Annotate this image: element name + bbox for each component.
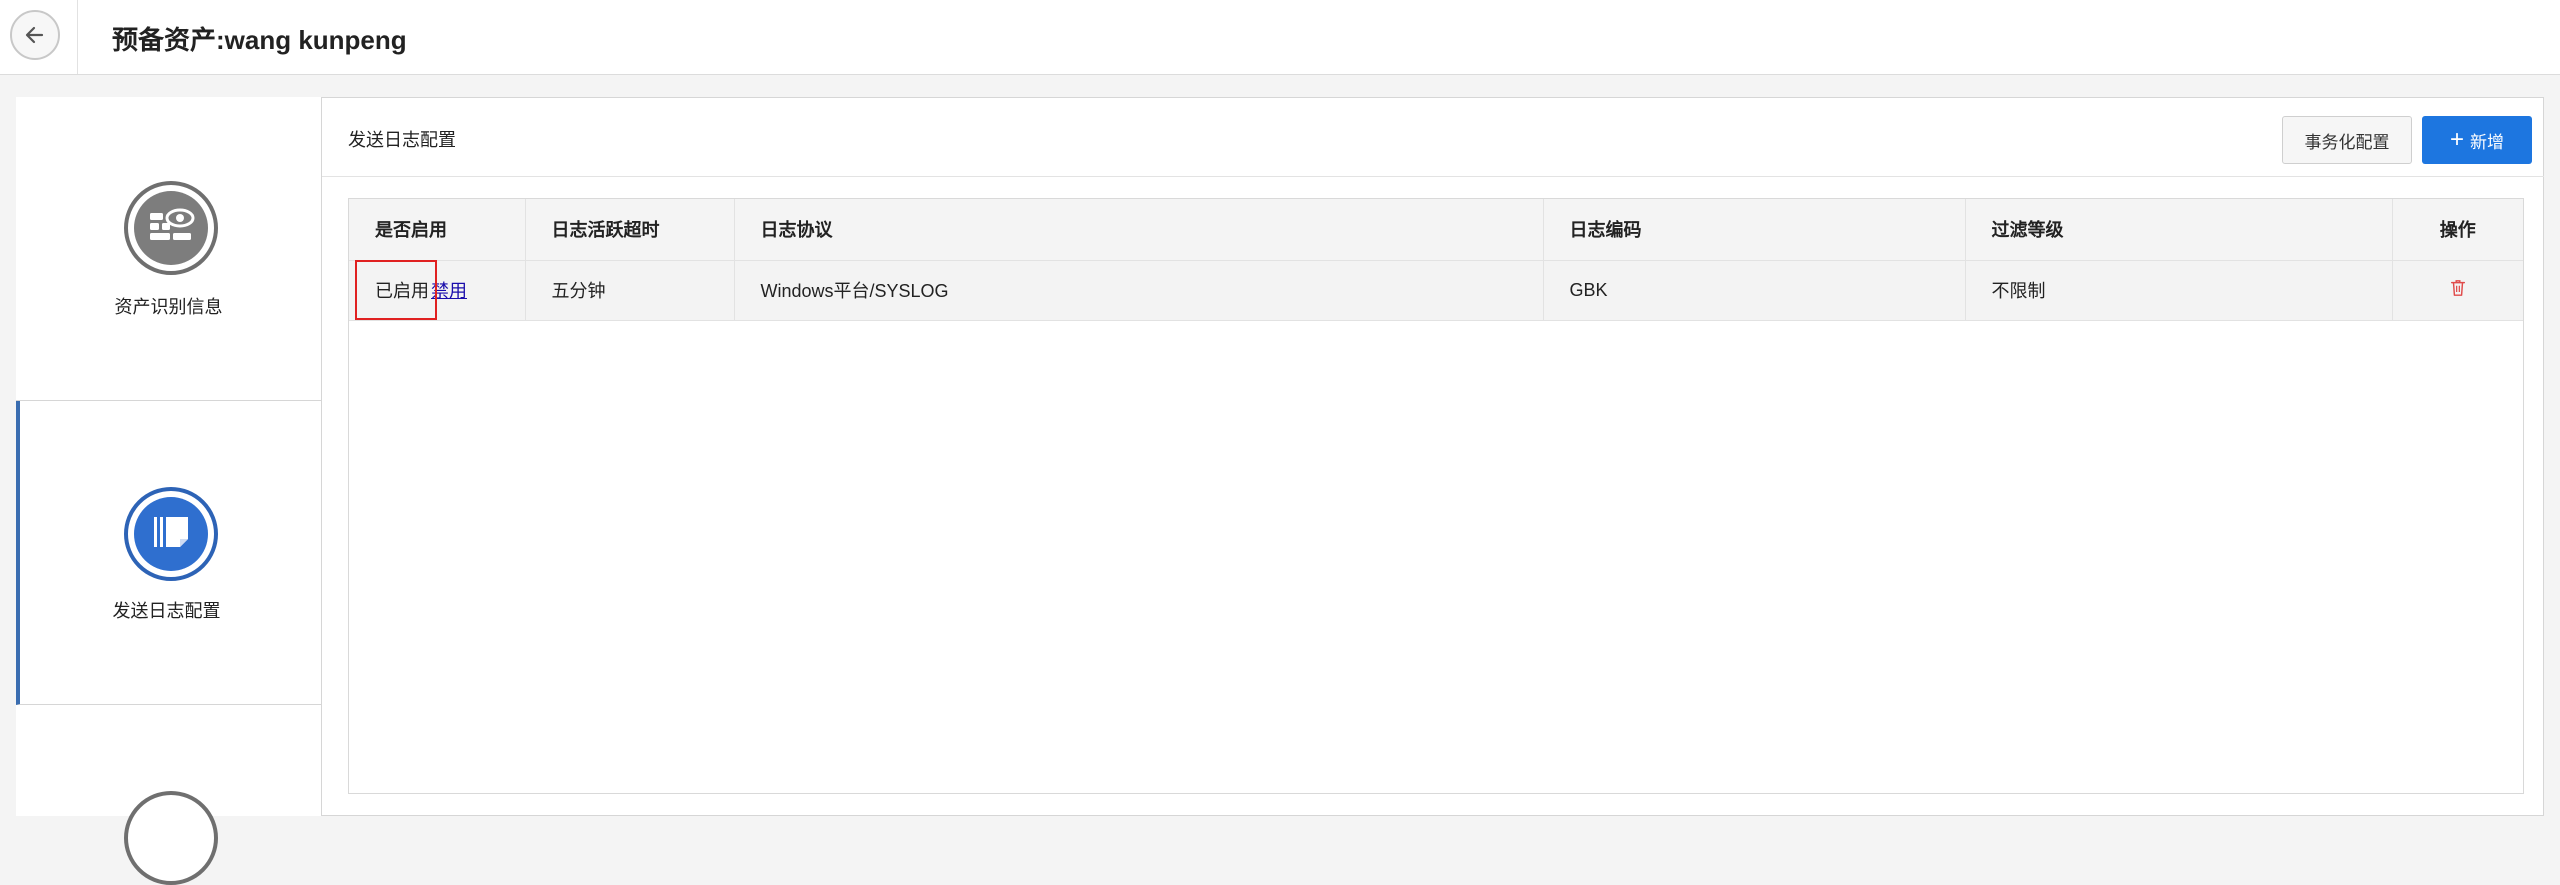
plus-icon: +	[2449, 126, 2464, 153]
panel-divider	[322, 176, 2544, 177]
page-header: 预备资产:wang kunpeng	[0, 0, 2560, 75]
protocol-cell: Windows平台/SYSLOG	[734, 260, 1544, 321]
encoding-cell: GBK	[1543, 260, 1966, 321]
column-header: 日志编码	[1543, 199, 1966, 261]
add-button-label: 新增	[2470, 132, 2504, 152]
column-header: 日志协议	[734, 199, 1544, 261]
sidebar-item-more[interactable]	[16, 705, 321, 885]
add-button[interactable]: + 新增	[2422, 116, 2532, 164]
asset-id-icon	[124, 181, 218, 275]
table-header-row: 是否启用 日志活跃超时 日志协议 日志编码 过滤等级 操作	[349, 199, 2523, 261]
timeout-cell: 五分钟	[525, 260, 735, 321]
disable-link[interactable]: 禁用	[431, 281, 467, 301]
sidebar-item-log-config[interactable]: 发送日志配置	[16, 401, 321, 705]
log-send-icon	[124, 487, 218, 581]
arrow-left-icon	[25, 26, 44, 44]
column-header: 日志活跃超时	[525, 199, 735, 261]
back-button[interactable]	[10, 10, 60, 60]
status-text: 已启用	[375, 281, 429, 301]
actions-cell	[2392, 260, 2523, 321]
column-header: 操作	[2392, 199, 2523, 261]
panel-title: 发送日志配置	[348, 130, 456, 150]
trash-icon[interactable]	[2449, 278, 2467, 303]
transaction-config-button[interactable]: 事务化配置	[2282, 116, 2412, 164]
column-header: 是否启用	[349, 199, 526, 261]
circle-icon	[124, 791, 218, 885]
sidebar: 资产识别信息 发送日志配置	[16, 97, 322, 885]
sidebar-item-label: 资产识别信息	[114, 297, 223, 317]
column-header: 过滤等级	[1965, 199, 2393, 261]
sidebar-item-asset-info[interactable]: 资产识别信息	[16, 97, 321, 401]
filter-cell: 不限制	[1965, 260, 2393, 321]
sidebar-item-label: 发送日志配置	[112, 601, 221, 621]
table-row: 已启用 禁用 五分钟 Windows平台/SYSLOG GBK 不限制	[349, 259, 2523, 321]
header-divider	[77, 0, 78, 74]
log-config-table: 是否启用 日志活跃超时 日志协议 日志编码 过滤等级 操作 已启用 禁用 五分钟 …	[348, 198, 2524, 794]
status-cell: 已启用 禁用	[349, 259, 526, 321]
page-title: 预备资产:wang kunpeng	[112, 25, 407, 55]
